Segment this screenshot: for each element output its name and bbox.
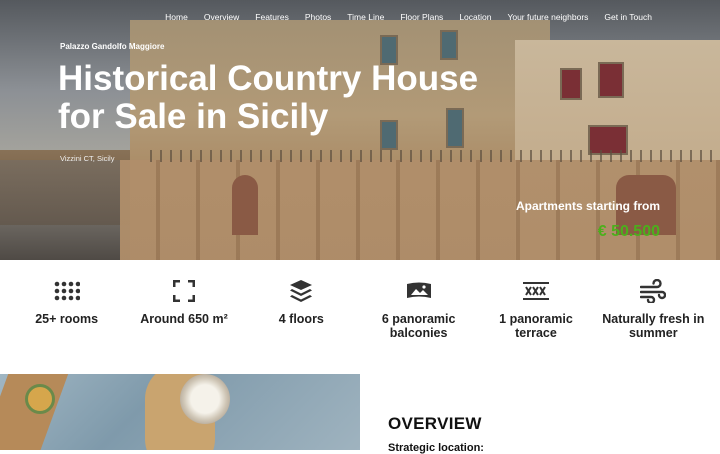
- nav-get-in-touch[interactable]: Get in Touch: [604, 12, 652, 22]
- nav-home[interactable]: Home: [165, 12, 188, 22]
- feature-floors: 4 floors: [243, 260, 359, 374]
- feature-label: 25+ rooms: [35, 312, 99, 326]
- hero-title: Historical Country House for Sale in Sic…: [58, 59, 479, 136]
- grid-dots-icon: [53, 278, 81, 304]
- overview-heading: OVERVIEW: [388, 414, 482, 433]
- nav-floor-plans[interactable]: Floor Plans: [400, 12, 443, 22]
- hero-location: Vizzini CT, Sicily: [60, 154, 115, 163]
- hero-overlay: Home Overview Features Photos Time Line …: [0, 0, 720, 260]
- overview-subheading: Strategic location:: [388, 442, 484, 454]
- fresco-rosette: [180, 374, 230, 424]
- features-bar: 25+ rooms Around 650 m² 4 floors 6 panor…: [0, 260, 720, 374]
- feature-label: 4 floors: [278, 312, 324, 326]
- nav-location[interactable]: Location: [459, 12, 491, 22]
- expand-corners-icon: [170, 278, 198, 304]
- main-nav: Home Overview Features Photos Time Line …: [165, 12, 652, 22]
- feature-label: 6 panoramic balconies: [381, 312, 456, 340]
- terrace-icon: [522, 278, 550, 304]
- nav-overview[interactable]: Overview: [204, 12, 239, 22]
- feature-terrace: 1 panoramic terrace: [478, 260, 594, 374]
- feature-fresh: Naturally fresh in summer: [595, 260, 711, 374]
- feature-area: Around 650 m²: [126, 260, 242, 374]
- feature-label: Around 650 m²: [140, 312, 228, 326]
- nav-photos[interactable]: Photos: [305, 12, 331, 22]
- layers-icon: [287, 278, 315, 304]
- apartments-label: Apartments starting from: [515, 199, 660, 213]
- nav-time-line[interactable]: Time Line: [347, 12, 384, 22]
- feature-rooms: 25+ rooms: [9, 260, 125, 374]
- panorama-icon: [405, 278, 433, 304]
- feature-label: Naturally fresh in summer: [602, 312, 705, 340]
- nav-future-neighbors[interactable]: Your future neighbors: [507, 12, 588, 22]
- apartments-price: € 50.500: [597, 223, 660, 240]
- feature-label: 1 panoramic terrace: [499, 312, 573, 340]
- hero-eyebrow: Palazzo Gandolfo Maggiore: [60, 42, 165, 51]
- hero-section: Home Overview Features Photos Time Line …: [0, 0, 720, 260]
- nav-features[interactable]: Features: [255, 12, 289, 22]
- feature-balconies: 6 panoramic balconies: [361, 260, 477, 374]
- fresco-detail: [25, 384, 55, 414]
- fresco-ceiling-image: [0, 374, 360, 450]
- wind-icon: [639, 278, 667, 304]
